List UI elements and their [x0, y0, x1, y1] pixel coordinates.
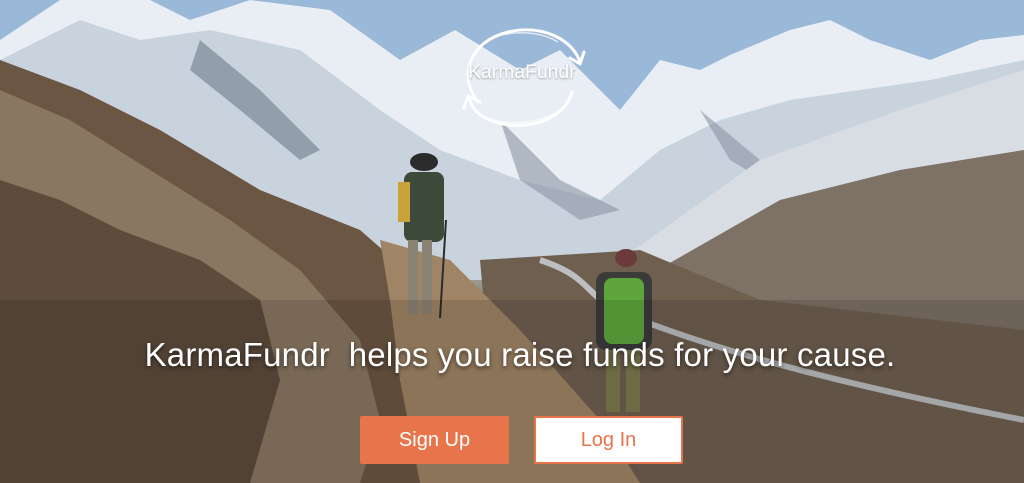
- logo-text: KarmaFundr: [468, 62, 576, 83]
- hero-tagline: KarmaFundr helps you raise funds for you…: [144, 336, 896, 373]
- log-in-button[interactable]: Log In: [534, 416, 683, 464]
- hero-section: KarmaFundr KarmaFundr helps you raise fu…: [0, 0, 1024, 483]
- sign-up-button[interactable]: Sign Up: [360, 416, 509, 464]
- brand-logo[interactable]: KarmaFundr: [448, 22, 596, 134]
